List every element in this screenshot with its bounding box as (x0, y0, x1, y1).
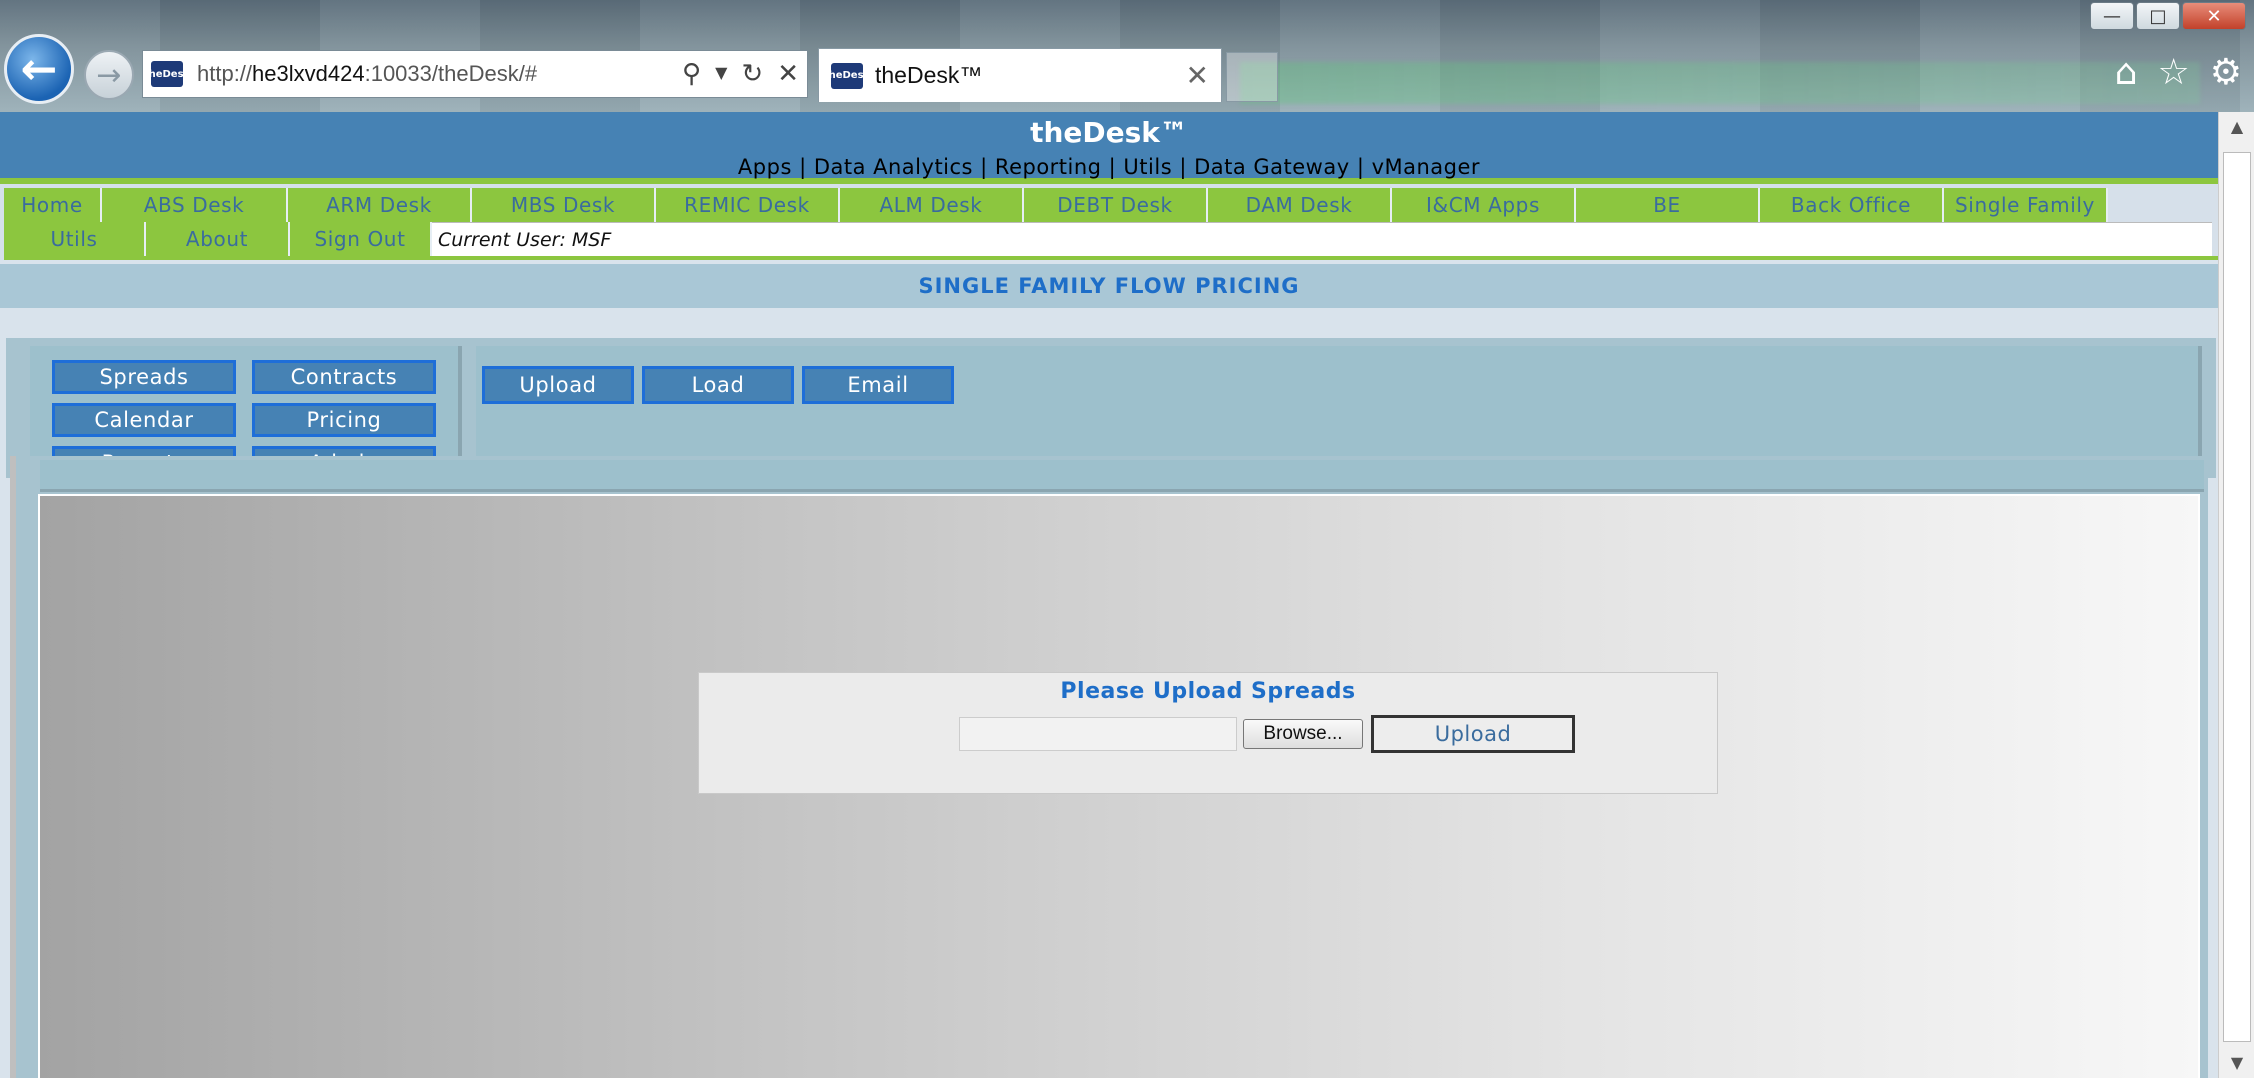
content-area: Please Upload Spreads Browse... Upload (38, 494, 2200, 1078)
menu-item-home[interactable]: Home (4, 188, 102, 222)
background-window-highlight (1240, 62, 2200, 104)
forward-button[interactable]: → (84, 50, 134, 100)
menu-item-remic-desk[interactable]: REMIC Desk (656, 188, 840, 222)
tab-title: theDesk™ (875, 62, 983, 88)
content-header (40, 460, 2204, 492)
arrow-right-icon: → (96, 57, 122, 93)
menu-item-sign-out[interactable]: Sign Out (290, 222, 432, 256)
address-bar[interactable]: theDesk http://he3lxvd424:10033/theDesk/… (142, 50, 808, 98)
app-title: theDesk™ (1030, 116, 1188, 149)
search-icon[interactable]: ⚲ (682, 59, 701, 89)
page: theDesk™ Apps | Data Analytics | Reporti… (0, 112, 2218, 1078)
menu-item-alm-desk[interactable]: ALM Desk (840, 188, 1024, 222)
menu-item-about[interactable]: About (146, 222, 290, 256)
menu-item-utils[interactable]: Utils (4, 222, 146, 256)
load-button[interactable]: Load (642, 366, 794, 404)
upload-action-button[interactable]: Upload (482, 366, 634, 404)
menu-item-dam-desk[interactable]: DAM Desk (1208, 188, 1392, 222)
browser-tab[interactable]: theDesk theDesk™ ✕ (818, 48, 1222, 102)
tab-favicon-icon: theDesk (824, 62, 870, 89)
app-banner: theDesk™ Apps | Data Analytics | Reporti… (0, 112, 2218, 184)
page-title: SINGLE FAMILY FLOW PRICING (0, 264, 2218, 308)
scrollbar-thumb[interactable] (2223, 152, 2251, 1042)
upload-submit-button[interactable]: Upload (1371, 715, 1575, 753)
refresh-icon[interactable]: ↻ (741, 59, 763, 89)
url-prefix: http:// (197, 61, 253, 86)
email-button[interactable]: Email (802, 366, 954, 404)
calendar-button[interactable]: Calendar (52, 403, 236, 437)
menu-separator (4, 256, 2218, 260)
content-frame: Please Upload Spreads Browse... Upload (10, 456, 2208, 1078)
settings-gear-icon[interactable]: ⚙ (2210, 52, 2242, 93)
contracts-button[interactable]: Contracts (252, 360, 436, 394)
new-tab-button[interactable] (1226, 52, 1278, 102)
url-text[interactable]: http://he3lxvd424:10033/theDesk/# (197, 61, 537, 87)
main-menu: Home ABS Desk ARM Desk MBS Desk REMIC De… (0, 184, 2218, 260)
maximize-button[interactable]: □ (2136, 2, 2180, 30)
current-user-label: Current User: MSF (432, 222, 2212, 256)
url-host: he3lxvd424 (252, 61, 365, 86)
url-rest: :10033/theDesk/# (364, 61, 538, 86)
site-favicon-icon: theDesk (144, 61, 190, 87)
browse-button[interactable]: Browse... (1243, 719, 1363, 749)
menu-row-2: Utils About Sign Out Current User: MSF (4, 222, 2218, 256)
menu-item-debt-desk[interactable]: DEBT Desk (1024, 188, 1208, 222)
browser-chrome: — □ ✕ ← → theDesk http://he3lxvd424:1003… (0, 0, 2254, 112)
pricing-button[interactable]: Pricing (252, 403, 436, 437)
browser-tools: ⌂ ☆ ⚙ (2115, 52, 2242, 93)
home-icon[interactable]: ⌂ (2115, 52, 2138, 93)
minimize-button[interactable]: — (2090, 2, 2134, 30)
menu-item-abs-desk[interactable]: ABS Desk (102, 188, 288, 222)
menu-item-icm-apps[interactable]: I&CM Apps (1392, 188, 1576, 222)
tab-close-icon[interactable]: ✕ (1186, 59, 1209, 92)
menu-item-mbs-desk[interactable]: MBS Desk (472, 188, 656, 222)
arrow-left-icon: ← (20, 43, 58, 95)
scroll-down-icon[interactable]: ▼ (2219, 1048, 2254, 1078)
menu-row-1: Home ABS Desk ARM Desk MBS Desk REMIC De… (4, 188, 2218, 222)
menu-item-single-family[interactable]: Single Family (1944, 188, 2108, 222)
menu-item-arm-desk[interactable]: ARM Desk (288, 188, 472, 222)
favorites-star-icon[interactable]: ☆ (2157, 52, 2189, 93)
close-window-button[interactable]: ✕ (2182, 2, 2246, 30)
file-path-input[interactable] (959, 717, 1237, 751)
menu-item-be[interactable]: BE (1576, 188, 1760, 222)
spreads-button[interactable]: Spreads (52, 360, 236, 394)
address-bar-actions: ⚲ ▼ ↻ ✕ (682, 59, 799, 89)
upload-heading: Please Upload Spreads (1060, 679, 1356, 704)
vertical-scrollbar[interactable]: ▲ ▼ (2218, 112, 2254, 1078)
dropdown-icon[interactable]: ▼ (715, 59, 727, 89)
stop-icon[interactable]: ✕ (777, 59, 799, 89)
menu-item-back-office[interactable]: Back Office (1760, 188, 1944, 222)
top-links[interactable]: Apps | Data Analytics | Reporting | Util… (0, 152, 2218, 182)
scroll-up-icon[interactable]: ▲ (2219, 112, 2254, 142)
upload-dialog: Please Upload Spreads Browse... Upload (698, 672, 1718, 794)
window-controls: — □ ✕ (2090, 2, 2246, 30)
back-button[interactable]: ← (4, 34, 74, 104)
